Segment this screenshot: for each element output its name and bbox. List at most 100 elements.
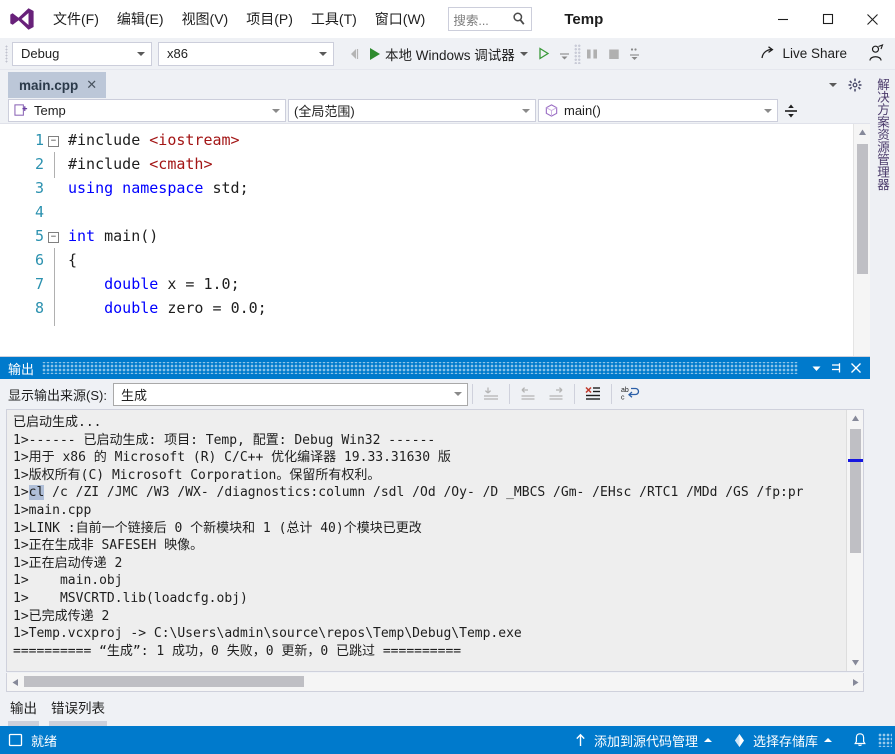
split-editor-button[interactable] [780,99,802,122]
output-log[interactable]: 已启动生成... 1>------ 已启动生成: 项目: Temp, 配置: De… [7,410,846,671]
tool-window-tabs: 输出 错误列表 [0,692,870,726]
output-line[interactable]: 1>cl /c /ZI /JMC /W3 /WX- /diagnostics:c… [13,484,846,502]
output-horizontal-scrollbar[interactable] [6,673,864,692]
next-message-button[interactable] [542,382,570,406]
output-scroll-thumb[interactable] [850,429,861,553]
code-line[interactable]: double zero = 0.0; [68,296,853,320]
toolbar-overflow-1[interactable] [555,41,574,67]
add-to-source-control-button[interactable]: 添加到源代码管理 [563,726,722,754]
pause-button[interactable] [581,41,603,67]
close-button[interactable] [850,0,895,38]
breakpoint-margin[interactable] [0,124,14,356]
next-message-icon [549,387,563,400]
tool-tab-output[interactable]: 输出 [8,692,39,726]
output-line[interactable]: 已启动生成... [13,414,846,432]
notifications-button[interactable] [842,726,878,754]
scroll-right-arrow-icon[interactable] [847,674,863,691]
code-editor[interactable]: 12345678 − − #include <iostream> #include … [0,123,870,356]
output-line[interactable]: 1>main.cpp [13,502,846,520]
code-token: double [104,299,159,317]
nav-member-dropdown[interactable]: main() [538,99,778,122]
output-line[interactable]: 1>版权所有(C) Microsoft Corporation。保留所有权利。 [13,467,846,485]
output-line[interactable]: 1> main.obj [13,572,846,590]
editor-vertical-scrollbar[interactable] [853,124,870,356]
scroll-down-arrow-icon[interactable] [847,654,863,671]
output-text-area[interactable]: 已启动生成... 1>------ 已启动生成: 项目: Temp, 配置: De… [6,409,864,672]
start-debugging-button[interactable]: 本地 Windows 调试器 [366,41,532,67]
output-selected-text: cl [28,485,45,501]
ready-indicator-icon [8,733,23,747]
tool-tab-error-list-label: 错误列表 [51,701,105,716]
select-repository-button[interactable]: 选择存储库 [722,726,842,754]
toolbar-grip[interactable] [573,43,581,64]
clear-all-button[interactable] [579,382,607,406]
search-input[interactable]: 搜索... [448,7,533,31]
editor-scroll-thumb[interactable] [857,144,868,274]
toolbar-overflow-2[interactable] [625,41,644,67]
output-line[interactable]: 1> MSVCRTD.lib(loadcfg.obj) [13,590,846,608]
start-without-debugging-button[interactable] [532,41,555,67]
menu-edit[interactable]: 编辑(E) [108,6,173,32]
go-to-message-button[interactable] [477,382,505,406]
output-line[interactable]: 1>LINK :自前一个链接后 0 个新模块和 1 (总计 40)个模块已更改 [13,520,846,538]
previous-message-button[interactable] [514,382,542,406]
chevron-down-icon [764,108,772,113]
document-tab-main-cpp[interactable]: main.cpp ✕ [8,72,107,98]
output-vertical-scrollbar[interactable] [846,410,863,671]
output-hscroll-thumb[interactable] [24,676,304,687]
outlining-collapse-toggle[interactable]: − [48,224,66,248]
code-text[interactable]: #include <iostream> #include <cmath> using… [66,124,853,356]
stop-button[interactable] [603,41,625,67]
toggle-word-wrap-button[interactable]: ab c [616,382,644,406]
live-share-button[interactable]: Live Share [751,41,855,67]
scroll-up-arrow-icon[interactable] [854,124,870,141]
outlining-spacer [48,200,66,224]
outlining-collapse-toggle[interactable]: − [48,128,66,152]
output-line[interactable]: 1>用于 x86 的 Microsoft (R) C/C++ 优化编译器 19.… [13,449,846,467]
menu-view[interactable]: 视图(V) [173,6,238,32]
scroll-up-arrow-icon[interactable] [847,410,863,427]
resize-grip[interactable] [878,733,892,747]
output-auto-hide-button[interactable] [826,358,846,378]
output-window-dropdown-button[interactable] [806,358,826,378]
output-line[interactable]: 1>------ 已启动生成: 项目: Temp, 配置: Debug Win3… [13,432,846,450]
code-line[interactable]: #include <iostream> [68,128,853,152]
tab-list-dropdown-button[interactable] [824,75,842,95]
code-line[interactable]: int main() [68,224,853,248]
configuration-dropdown[interactable]: Debug [12,41,152,66]
outlining-margin[interactable]: − − [48,124,66,356]
platform-dropdown[interactable]: x86 [158,41,334,66]
output-source-dropdown[interactable]: 生成 [112,382,468,406]
toolbar-grip[interactable] [0,43,12,65]
output-text: 1> [13,485,29,501]
close-icon[interactable]: ✕ [86,77,97,93]
menu-project[interactable]: 项目(P) [237,6,302,32]
send-feedback-button[interactable] [855,41,895,67]
code-area[interactable]: 12345678 − − #include <iostream> #include … [0,124,853,356]
menu-window[interactable]: 窗口(W) [366,6,435,32]
output-line[interactable]: ========== “生成”: 1 成功，0 失败，0 更新，0 已跳过 ==… [13,643,846,661]
navigate-back-button[interactable] [342,41,366,67]
nav-project-dropdown[interactable]: Temp [8,99,286,122]
maximize-button[interactable] [805,0,850,38]
output-close-button[interactable] [846,358,866,378]
code-line[interactable]: #include <cmath> [68,152,853,176]
output-line[interactable]: 1>已完成传递 2 [13,608,846,626]
scroll-left-arrow-icon[interactable] [7,674,23,691]
solution-explorer-vertical-tab[interactable]: 解决方案资源管理器 [869,72,895,197]
settings-gear-button[interactable] [846,75,864,95]
output-line[interactable]: 1>Temp.vcxproj -> C:\Users\admin\source\… [13,625,846,643]
code-line[interactable]: { [68,248,853,272]
code-line[interactable] [68,200,853,224]
nav-scope-dropdown[interactable]: (全局范围) [288,99,536,122]
menu-file[interactable]: 文件(F) [44,6,108,32]
code-line[interactable]: double x = 1.0; [68,272,853,296]
minimize-button[interactable] [760,0,805,38]
panel-drag-grip[interactable] [42,362,798,374]
output-line[interactable]: 1>正在启动传递 2 [13,555,846,573]
code-line[interactable]: using namespace std; [68,176,853,200]
output-line[interactable]: 1>正在生成非 SAFESEH 映像。 [13,537,846,555]
add-to-source-control-icon [576,733,585,746]
menu-tools[interactable]: 工具(T) [302,6,366,32]
tool-tab-error-list[interactable]: 错误列表 [49,692,107,726]
